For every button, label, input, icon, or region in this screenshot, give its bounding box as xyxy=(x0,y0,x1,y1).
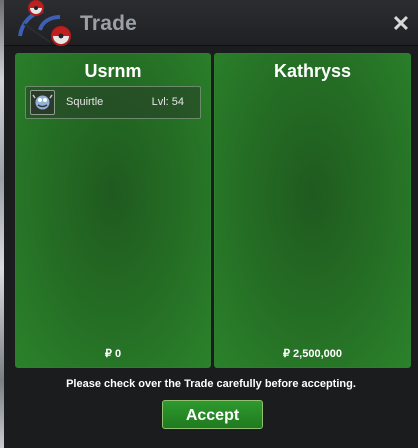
close-icon[interactable]: ✕ xyxy=(390,13,412,35)
pokeball-logo-icon xyxy=(18,0,71,46)
money-amount-partner: ₽ 2,500,000 xyxy=(283,348,342,360)
trade-window: Trade ✕ Usrnm Squirtle Lvl: 54 ₽ 0 Kathr… xyxy=(4,0,418,448)
trade-panel-partner: Kathryss ₽ 2,500,000 xyxy=(214,53,411,368)
panel-owner-name: Usrnm xyxy=(84,61,142,81)
title-bar: Trade ✕ xyxy=(4,0,418,46)
accept-button[interactable]: Accept xyxy=(162,400,263,429)
money-amount-self: ₽ 0 xyxy=(104,348,122,360)
trade-notice: Please check over the Trade carefully be… xyxy=(66,378,356,390)
window-title: Trade xyxy=(80,12,138,35)
squirtle-sprite-icon xyxy=(32,94,53,110)
panel-partner-name: Kathryss xyxy=(273,61,352,81)
trade-panel-self: Usrnm Squirtle Lvl: 54 ₽ 0 xyxy=(15,53,211,368)
item-name: Squirtle xyxy=(66,96,104,108)
trade-item-row[interactable]: Squirtle Lvl: 54 xyxy=(25,86,201,119)
item-level: Lvl: 54 xyxy=(151,96,184,108)
squirtle-item-icon xyxy=(30,90,55,115)
